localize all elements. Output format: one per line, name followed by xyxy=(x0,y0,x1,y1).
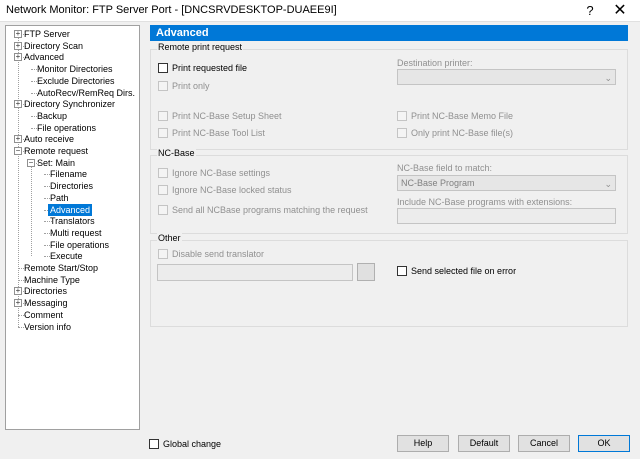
tree-item-label: Exclude Directories xyxy=(37,75,115,86)
tree-item-label: Advanced xyxy=(24,52,65,63)
tree-item[interactable]: File operations xyxy=(6,122,139,134)
nc-base-field-select[interactable]: NC-Base Program ⌄ xyxy=(397,175,616,191)
expand-icon[interactable]: + xyxy=(14,287,22,296)
tree-item[interactable]: File operations xyxy=(6,239,139,251)
expand-icon[interactable]: + xyxy=(14,135,22,144)
print-only-label: Print only xyxy=(172,81,210,91)
tree-item-label: Directories xyxy=(50,181,94,192)
expand-icon[interactable]: + xyxy=(14,41,22,50)
tree-item-label: Directory Scan xyxy=(24,40,84,51)
print-setup-sheet-label: Print NC-Base Setup Sheet xyxy=(172,111,282,121)
tree-item[interactable]: Path xyxy=(6,192,139,204)
destination-printer-label: Destination printer: xyxy=(397,58,473,68)
help-icon[interactable]: ? xyxy=(576,0,604,22)
tree-item-label: Multi request xyxy=(50,227,102,238)
cancel-button[interactable]: Cancel xyxy=(518,435,570,452)
expand-icon[interactable]: + xyxy=(14,100,22,109)
nc-base-field-value: NC-Base Program xyxy=(401,178,475,188)
collapse-icon[interactable]: − xyxy=(27,158,35,167)
tree-item-label: Translators xyxy=(50,216,95,227)
tree-item-label: Execute xyxy=(50,251,83,262)
expand-icon[interactable]: + xyxy=(14,53,22,62)
remote-print-group-title: Remote print request xyxy=(157,42,244,52)
tree-item-label: Machine Type xyxy=(24,274,80,285)
settings-tree[interactable]: + FTP Server + Directory Scan + Advanced Monit… xyxy=(5,25,140,430)
tree-item[interactable]: + Advanced xyxy=(6,51,139,63)
extensions-input[interactable] xyxy=(397,208,616,224)
tree-item[interactable]: Execute xyxy=(6,250,139,262)
disable-translator-label: Disable send translator xyxy=(172,249,265,259)
tree-item[interactable]: Directories xyxy=(6,180,139,192)
tree-item-label: Set: Main xyxy=(37,157,76,168)
print-memo-file-label: Print NC-Base Memo File xyxy=(411,111,514,121)
tree-item-label: File operations xyxy=(50,239,110,250)
default-button[interactable]: Default xyxy=(458,435,510,452)
tree-item-label: Auto receive xyxy=(24,134,75,145)
tree-item-label: Comment xyxy=(24,309,64,320)
tree-item[interactable]: Comment xyxy=(6,309,139,321)
tree-item[interactable]: Advanced xyxy=(6,203,139,216)
tree-item-label: Advanced xyxy=(48,203,93,216)
tree-item[interactable]: − Set: Main xyxy=(6,157,139,169)
global-change-label: Global change xyxy=(163,439,222,449)
chevron-down-icon: ⌄ xyxy=(604,73,612,83)
tree-item[interactable]: Filename xyxy=(6,168,139,180)
tree-item[interactable]: Backup xyxy=(6,110,139,122)
send-on-error-label: Send selected file on error xyxy=(411,266,517,276)
tree-item[interactable]: + FTP Server xyxy=(6,28,139,40)
tree-item-label: Remote request xyxy=(24,146,89,156)
nc-base-group-title: NC-Base xyxy=(157,148,196,158)
title-bar: Network Monitor: FTP Server Port - [DNCS… xyxy=(0,0,640,22)
chevron-down-icon: ⌄ xyxy=(604,179,612,189)
tree-item[interactable]: − Remote request xyxy=(6,145,139,157)
tree-item-label: Version info xyxy=(24,321,72,332)
tree-item[interactable]: Remote Start/Stop xyxy=(6,262,139,274)
tree-item-label: AutoRecv/RemReq Dirs. xyxy=(37,87,136,98)
translator-input[interactable] xyxy=(157,264,353,281)
tree-item[interactable]: AutoRecv/RemReq Dirs. xyxy=(6,87,139,99)
tree-item[interactable]: + Directory Scan xyxy=(6,40,139,52)
destination-printer-select[interactable]: ⌄ xyxy=(397,69,616,85)
tree-item[interactable]: + Auto receive xyxy=(6,133,139,145)
expand-icon[interactable]: + xyxy=(14,30,22,38)
page-title: Advanced xyxy=(150,25,628,41)
window-title: Network Monitor: FTP Server Port - [DNCS… xyxy=(6,4,337,16)
ignore-settings-label: Ignore NC-Base settings xyxy=(172,168,271,178)
ok-button[interactable]: OK xyxy=(578,435,630,452)
tree-item[interactable]: Monitor Directories xyxy=(6,63,139,75)
tree-item[interactable]: + Directory Synchronizer xyxy=(6,98,139,110)
tree-item-label: Path xyxy=(50,192,69,203)
tree-item[interactable]: + Directories xyxy=(6,285,139,297)
tree-item-label: Remote Start/Stop xyxy=(24,263,99,273)
tree-item-label: Directory Synchronizer xyxy=(24,99,116,110)
tree-item-label: Filename xyxy=(50,169,88,180)
ignore-locked-label: Ignore NC-Base locked status xyxy=(172,185,292,195)
tree-item[interactable]: Translators xyxy=(6,215,139,227)
tree-item-label: FTP Server xyxy=(24,29,70,39)
tree-item[interactable]: Exclude Directories xyxy=(6,75,139,87)
browse-translator-button[interactable] xyxy=(357,263,375,281)
tree-item-label: Backup xyxy=(37,110,68,121)
tree-item-label: Monitor Directories xyxy=(37,64,113,75)
only-print-files-label: Only print NC-Base file(s) xyxy=(411,128,514,138)
tree-item[interactable]: Machine Type xyxy=(6,274,139,286)
collapse-icon[interactable]: − xyxy=(14,147,22,155)
expand-icon[interactable]: + xyxy=(14,299,22,308)
tree-item-label: Directories xyxy=(24,286,68,297)
print-tool-list-label: Print NC-Base Tool List xyxy=(172,128,265,138)
print-requested-file-label: Print requested file xyxy=(172,63,248,73)
tree-item-label: File operations xyxy=(37,122,97,133)
help-button[interactable]: Help xyxy=(397,435,449,452)
tree-item[interactable]: Multi request xyxy=(6,227,139,239)
extensions-label: Include NC-Base programs with extensions… xyxy=(397,197,573,207)
tree-item[interactable]: Version info xyxy=(6,321,139,333)
other-group-title: Other xyxy=(157,233,182,243)
send-all-label: Send all NCBase programs matching the re… xyxy=(172,205,368,215)
tree-item[interactable]: + Messaging xyxy=(6,297,139,309)
nc-base-field-label: NC-Base field to match: xyxy=(397,163,493,173)
tree-item-label: Messaging xyxy=(24,298,68,309)
close-icon[interactable]: ✕ xyxy=(606,0,634,22)
